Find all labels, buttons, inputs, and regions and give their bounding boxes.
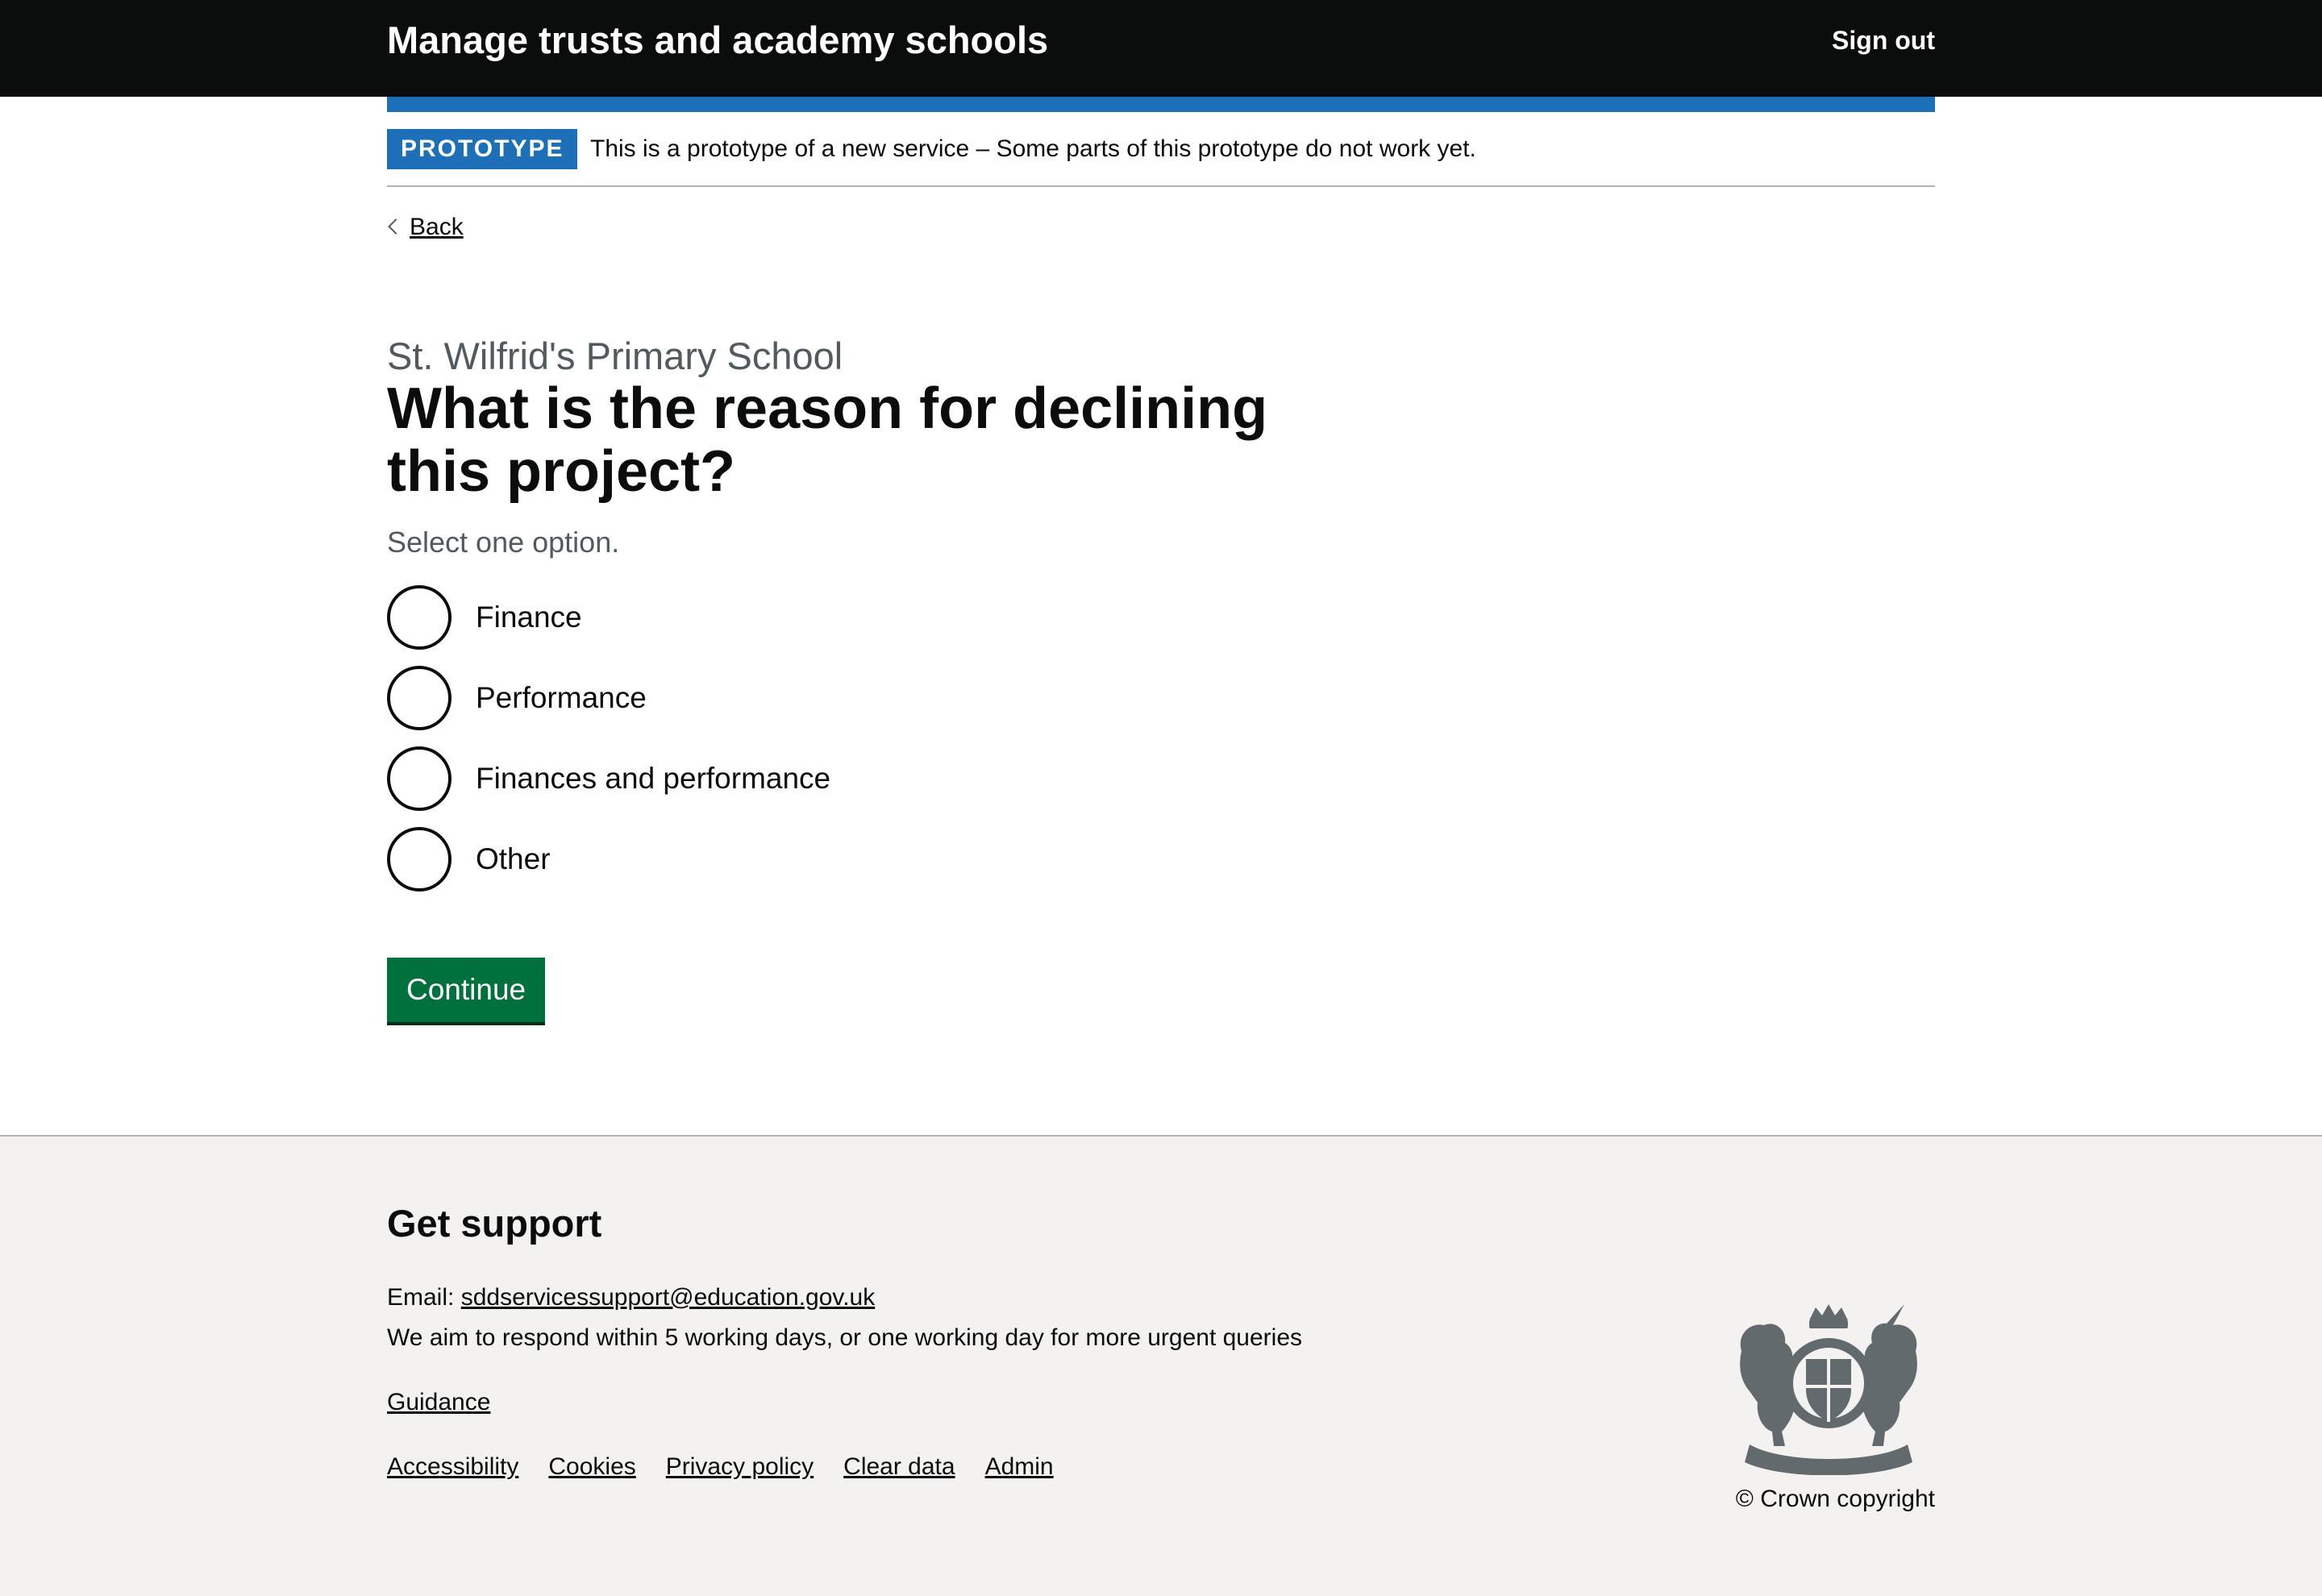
phase-tag: PROTOTYPE: [387, 129, 578, 169]
radio-button[interactable]: [387, 827, 452, 892]
radio-label[interactable]: Performance: [476, 676, 647, 720]
radio-label[interactable]: Finance: [476, 596, 582, 639]
support-email-line: Email: sddservicessupport@education.gov.…: [387, 1282, 875, 1314]
royal-coat-of-arms-icon: [1740, 1304, 1917, 1475]
radio-hint: Select one option.: [387, 526, 620, 559]
response-time-text: We aim to respond within 5 working days,…: [387, 1324, 1303, 1351]
phase-banner-text: This is a prototype of a new service – S…: [590, 135, 1476, 162]
chevron-left-icon: [388, 218, 404, 235]
site-footer: Get support Email: sddservicessupport@ed…: [0, 1135, 2322, 1596]
radio-finance[interactable]: Finance: [387, 585, 1032, 650]
footer-link-admin[interactable]: Admin: [985, 1451, 1054, 1483]
school-caption: St. Wilfrid's Primary School: [387, 335, 843, 377]
radio-other[interactable]: Other: [387, 827, 1032, 892]
email-prefix: Email:: [387, 1284, 455, 1311]
support-email-link[interactable]: sddservicessupport@education.gov.uk: [461, 1284, 876, 1311]
support-heading: Get support: [387, 1202, 602, 1245]
guidance-link[interactable]: Guidance: [387, 1386, 490, 1419]
radio-performance[interactable]: Performance: [387, 666, 1032, 730]
footer-links: Accessibility Cookies Privacy policy Cle…: [387, 1451, 1054, 1483]
service-name[interactable]: Manage trusts and academy schools: [387, 16, 1048, 64]
site-header: Manage trusts and academy schools Sign o…: [0, 0, 2322, 97]
radio-label[interactable]: Other: [476, 837, 551, 881]
footer-link-privacy-policy[interactable]: Privacy policy: [666, 1451, 814, 1483]
crown-copyright: © Crown copyright: [1735, 1486, 1935, 1512]
radio-button[interactable]: [387, 585, 452, 650]
sign-out-link[interactable]: Sign out: [1832, 23, 1935, 58]
footer-link-cookies[interactable]: Cookies: [548, 1451, 635, 1483]
footer-link-clear-data[interactable]: Clear data: [843, 1451, 955, 1483]
page-heading: What is the reason for declining this pr…: [387, 376, 1268, 504]
continue-button[interactable]: Continue: [387, 958, 546, 1022]
back-link-label: Back: [410, 214, 464, 240]
phase-banner: PROTOTYPE This is a prototype of a new s…: [387, 129, 1935, 187]
header-blue-bar: [387, 97, 1935, 112]
footer-link-accessibility[interactable]: Accessibility: [387, 1451, 518, 1483]
radio-button[interactable]: [387, 666, 452, 730]
back-link[interactable]: Back: [387, 211, 464, 243]
radio-button[interactable]: [387, 746, 452, 811]
radio-finances-and-performance[interactable]: Finances and performance: [387, 746, 1032, 811]
radio-label[interactable]: Finances and performance: [476, 757, 830, 800]
